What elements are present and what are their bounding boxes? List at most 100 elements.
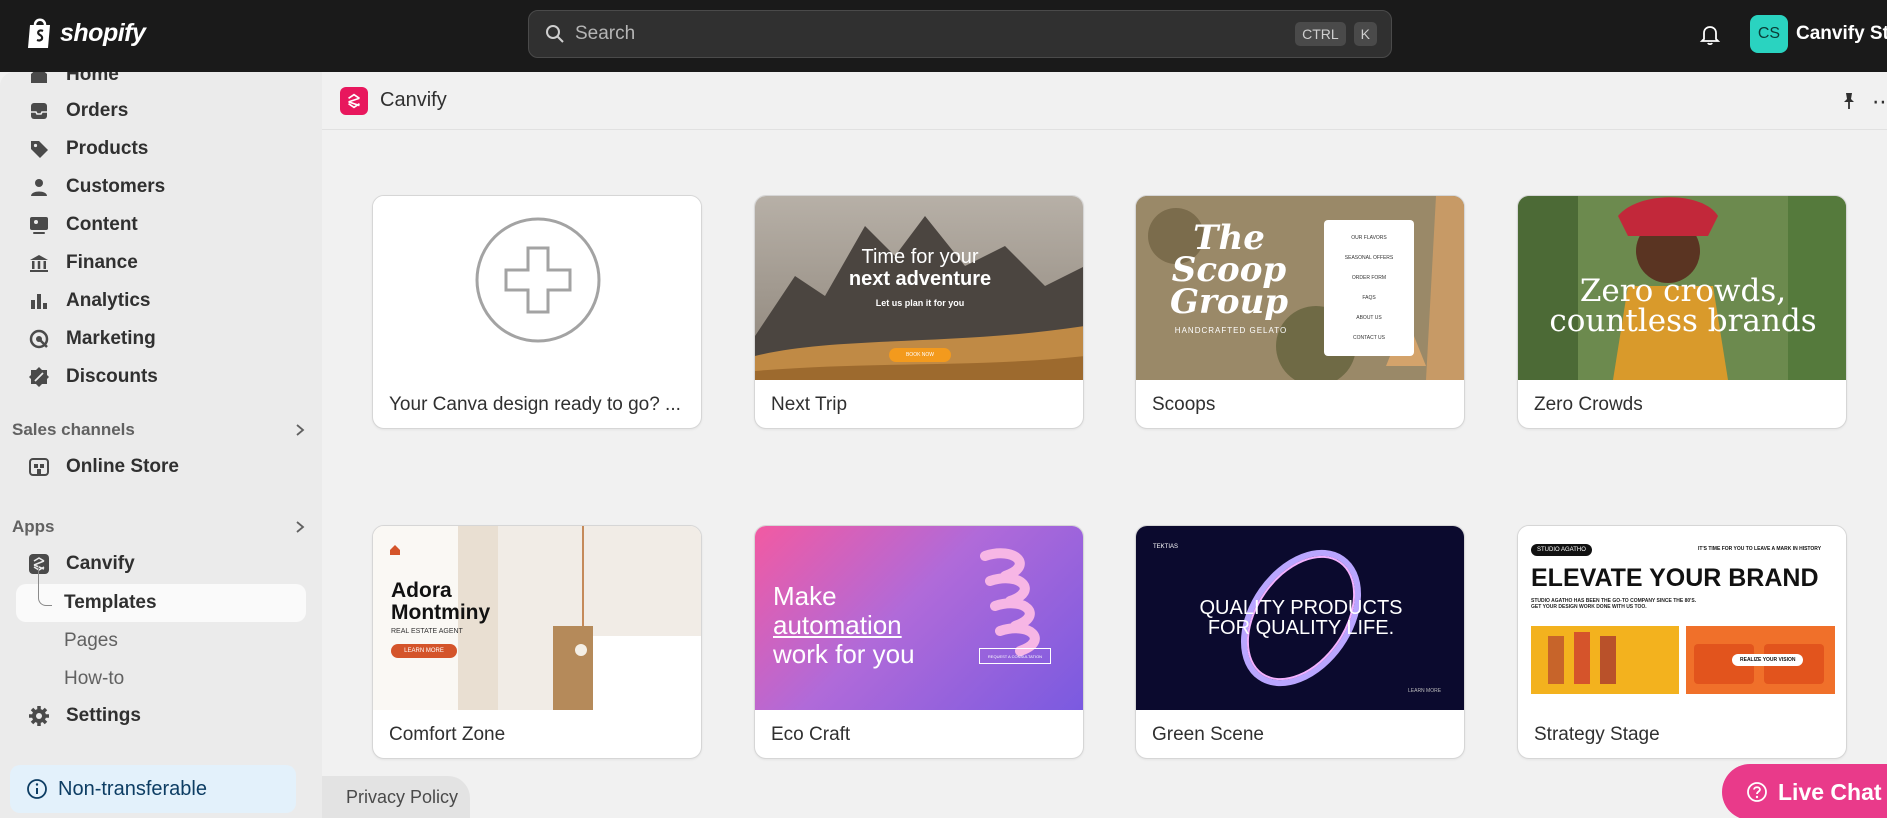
sidebar: Home Orders Products Customers Content F… — [0, 72, 322, 818]
live-chat-label: Live Chat — [1778, 778, 1882, 805]
sidebar-subitem-templates[interactable]: Templates — [64, 592, 157, 614]
card-label: Scoops — [1152, 394, 1216, 415]
sidebar-item-customers[interactable]: Customers — [28, 170, 165, 204]
sidebar-item-settings[interactable]: Settings — [28, 699, 141, 733]
notifications-bell-icon[interactable] — [1698, 22, 1722, 46]
help-icon — [1747, 782, 1767, 802]
app-title: Canvify — [380, 89, 447, 111]
gear-icon — [28, 705, 50, 727]
search-input[interactable] — [575, 23, 1296, 45]
store-menu[interactable]: CS Canvify Store — [1750, 15, 1887, 53]
card-label: Comfort Zone — [389, 724, 506, 745]
next-trip-thumbnail: Time for your next adventure Let us plan… — [755, 196, 1083, 380]
home-icon — [390, 545, 400, 555]
sidebar-item-label: Finance — [66, 252, 138, 273]
thumb-button: BOOK NOW — [889, 348, 951, 362]
live-chat-button[interactable]: Live Chat — [1722, 764, 1887, 818]
sidebar-subitem-how-to[interactable]: How-to — [64, 668, 124, 690]
canvify-logo-icon — [340, 86, 368, 115]
apps-section[interactable]: Apps — [12, 517, 308, 537]
shopify-bag-icon — [28, 18, 50, 48]
card-label: Your Canva design ready to go? ... — [389, 394, 681, 415]
strategy-stage-thumbnail: STUDIO AGATHO IT'S TIME FOR YOU TO LEAVE… — [1518, 526, 1846, 710]
sidebar-item-label: Home — [66, 72, 119, 85]
template-card-zero-crowds[interactable]: Zero crowds, countless brands Zero Crowd… — [1517, 195, 1847, 429]
image-icon — [28, 214, 50, 236]
tag-icon — [28, 138, 50, 160]
template-card-strategy-stage[interactable]: STUDIO AGATHO IT'S TIME FOR YOU TO LEAVE… — [1517, 525, 1847, 759]
sidebar-item-label: Settings — [66, 705, 141, 726]
sidebar-item-online-store[interactable]: Online Store — [28, 450, 179, 484]
green-scene-thumbnail: TEKTIAS QUALITY PRODUCTS FOR QUALITY LIF… — [1136, 526, 1464, 710]
thumb-heading: The Scoop Group — [1169, 218, 1289, 322]
sidebar-item-label: Online Store — [66, 456, 179, 477]
app-header: Canvify — [322, 72, 1887, 130]
eco-craft-thumbnail: Make automation work for you REQUEST A C… — [755, 526, 1083, 710]
comfort-zone-thumbnail: Adora Montminy REAL ESTATE AGENT LEARN M… — [373, 526, 701, 710]
sidebar-item-discounts[interactable]: Discounts — [28, 360, 158, 394]
thumb-brand: TEKTIAS — [1153, 544, 1179, 550]
non-transferable-label: Non-transferable — [58, 777, 207, 800]
sidebar-subitem-pages[interactable]: Pages — [64, 630, 118, 652]
thumb-heading: Adora Montminy — [391, 579, 491, 624]
chevron-right-icon[interactable] — [292, 422, 308, 438]
store-avatar: CS — [1750, 15, 1788, 53]
sidebar-item-products[interactable]: Products — [28, 132, 148, 166]
person-icon — [28, 176, 50, 198]
thumb-button: REQUEST A CONSULTATION — [979, 648, 1051, 664]
sidebar-item-label: Content — [66, 214, 138, 235]
template-card-scoops[interactable]: The Scoop Group HANDCRAFTED GELATO OUR F… — [1135, 195, 1465, 429]
sidebar-item-label: Discounts — [66, 366, 158, 387]
thumb-sub: REAL ESTATE AGENT — [391, 628, 463, 635]
template-card-eco-craft[interactable]: Make automation work for you REQUEST A C… — [754, 525, 1084, 759]
shortcut-k-key: K — [1353, 22, 1377, 46]
more-actions-icon[interactable]: ⋯ — [1872, 89, 1887, 115]
thumb-sub: HANDCRAFTED GELATO — [1174, 326, 1288, 335]
shopify-logo[interactable]: shopify — [26, 16, 146, 50]
privacy-policy-link[interactable]: Privacy Policy — [322, 776, 470, 818]
sidebar-item-analytics[interactable]: Analytics — [28, 284, 150, 318]
non-transferable-banner[interactable]: Non-transferable — [10, 765, 296, 813]
bank-icon — [28, 252, 50, 274]
apps-heading: Apps — [12, 517, 55, 536]
zero-crowds-thumbnail: Zero crowds, countless brands — [1518, 196, 1846, 380]
discount-icon — [28, 366, 50, 388]
sidebar-item-finance[interactable]: Finance — [28, 246, 138, 280]
target-icon — [28, 328, 50, 350]
sidebar-item-orders[interactable]: Orders — [28, 94, 128, 128]
thumb-heading: Zero crowds, countless brands — [1549, 273, 1817, 339]
thumb-button: LEARN MORE — [391, 644, 457, 658]
pin-icon[interactable] — [1840, 92, 1858, 110]
thumb-heading: Time for your next adventure Let us plan… — [848, 246, 992, 308]
template-card-comfort-zone[interactable]: Adora Montminy REAL ESTATE AGENT LEARN M… — [372, 525, 702, 759]
sidebar-item-label: Marketing — [66, 328, 156, 349]
sub-item-active-bg — [16, 584, 306, 622]
sidebar-item-label: Customers — [66, 176, 166, 197]
template-card-new-design[interactable]: Your Canva design ready to go? ... — [372, 195, 702, 429]
search-bar[interactable]: CTRL K — [528, 10, 1392, 58]
sales-channels-heading: Sales channels — [12, 420, 135, 439]
sidebar-item-label: Analytics — [66, 290, 151, 311]
card-label: Strategy Stage — [1534, 724, 1660, 745]
new-design-thumbnail — [373, 196, 701, 380]
sidebar-item-content[interactable]: Content — [28, 208, 138, 242]
bar-chart-icon — [28, 290, 50, 312]
home-icon — [28, 72, 50, 86]
top-bar: shopify CTRL K CS Canvify Store — [0, 0, 1887, 72]
sales-channels-section[interactable]: Sales channels — [12, 420, 308, 440]
store-icon — [28, 456, 50, 478]
template-card-next-trip[interactable]: Time for your next adventure Let us plan… — [754, 195, 1084, 429]
sidebar-item-label: Products — [66, 138, 149, 159]
shortcut-ctrl-key: CTRL — [1295, 22, 1346, 46]
sub-item-connector — [38, 566, 52, 606]
plus-circle-icon — [475, 217, 601, 343]
thumb-button: REALIZE YOUR VISION — [1732, 654, 1804, 666]
sidebar-item-home[interactable]: Home — [28, 72, 119, 92]
card-label: Zero Crowds — [1534, 394, 1643, 415]
sidebar-item-label: Canvify — [66, 553, 135, 574]
thumb-heading: QUALITY PRODUCTS FOR QUALITY LIFE. — [1199, 597, 1403, 639]
chevron-right-icon[interactable] — [292, 519, 308, 535]
scoops-thumbnail: The Scoop Group HANDCRAFTED GELATO OUR F… — [1136, 196, 1464, 380]
template-card-green-scene[interactable]: TEKTIAS QUALITY PRODUCTS FOR QUALITY LIF… — [1135, 525, 1465, 759]
sidebar-item-marketing[interactable]: Marketing — [28, 322, 156, 356]
